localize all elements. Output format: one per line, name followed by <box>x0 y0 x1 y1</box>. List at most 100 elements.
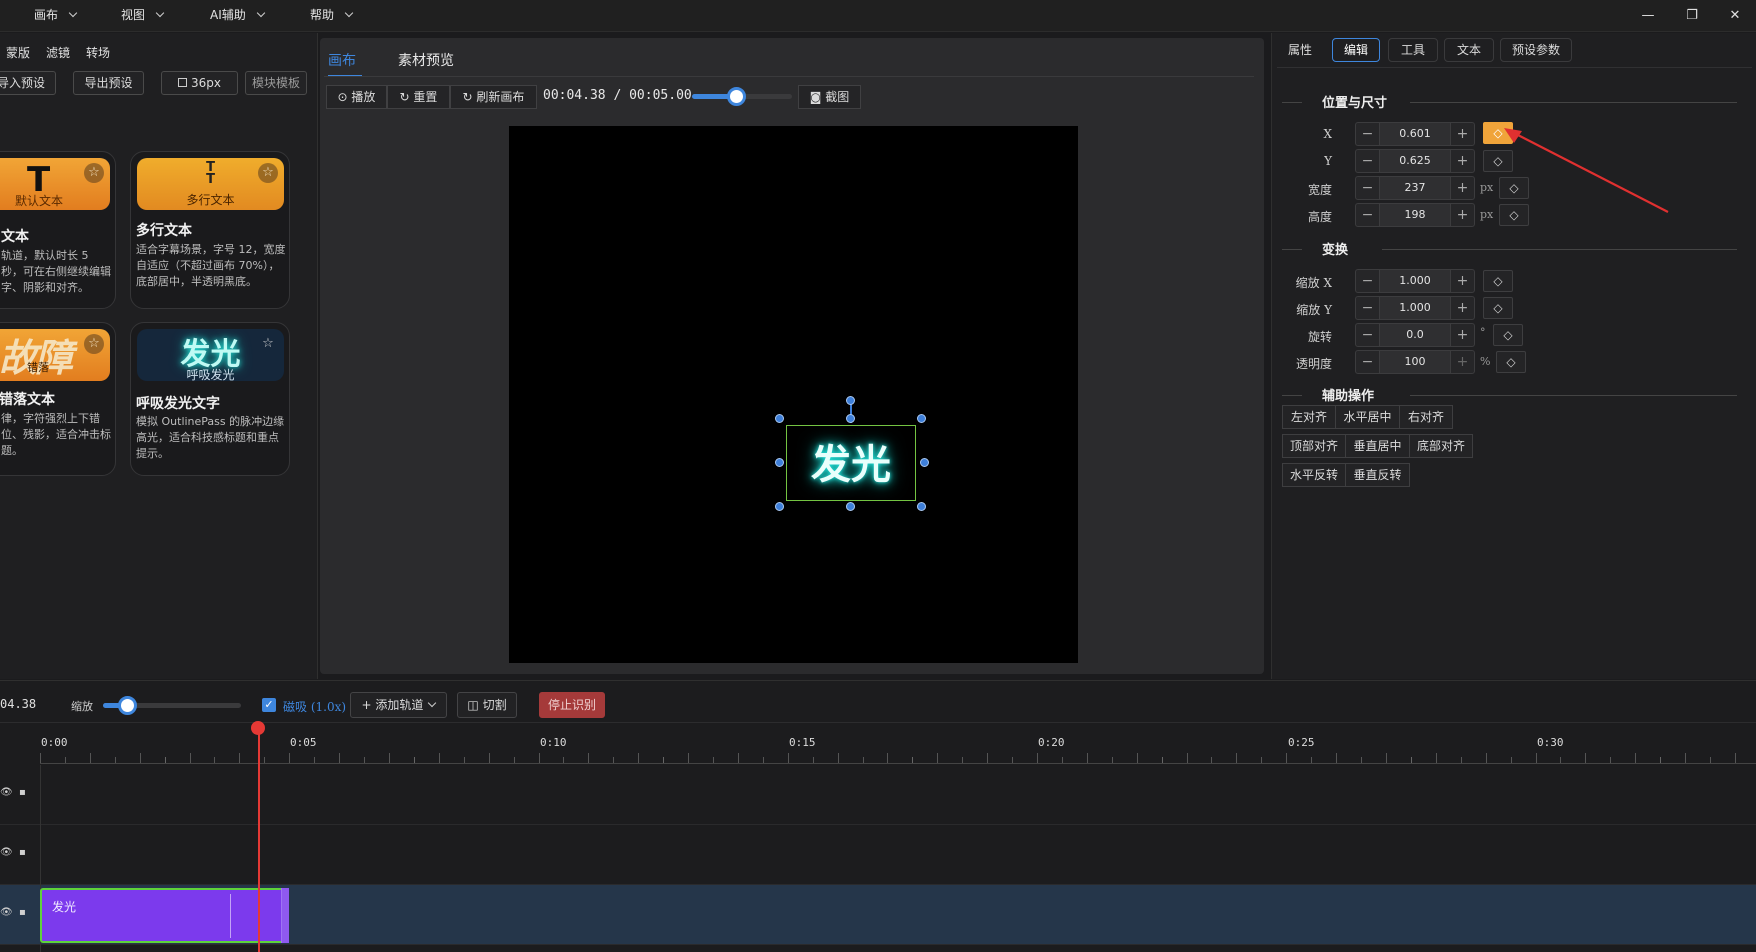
rotation-value[interactable]: 0.0 <box>1380 324 1450 346</box>
resize-handle-top-right[interactable] <box>917 414 926 423</box>
scale-y-stepper[interactable]: − 1.000 + <box>1355 296 1475 320</box>
tab-mask[interactable]: 蒙版 <box>6 44 30 61</box>
x-stepper[interactable]: − 0.601 + <box>1355 122 1475 146</box>
star-icon[interactable]: ☆ <box>258 163 278 183</box>
rotation-keyframe-icon[interactable]: ◇ <box>1493 324 1523 346</box>
restore-icon[interactable]: ❐ <box>1682 6 1702 26</box>
tab-edit[interactable]: 编辑 <box>1332 38 1380 62</box>
increment-icon[interactable]: + <box>1450 177 1474 199</box>
close-icon[interactable]: ✕ <box>1725 6 1745 26</box>
align-right-button[interactable]: 右对齐 <box>1399 405 1453 429</box>
star-icon[interactable]: ☆ <box>84 334 104 354</box>
preset-card-multiline-text[interactable]: TT 多行文本 ☆ 多行文本 适合字幕场景，字号 12，宽度自适应（不超过画布 … <box>130 151 290 309</box>
opacity-keyframe-icon[interactable]: ◇ <box>1496 351 1526 373</box>
menu-canvas[interactable]: 画布 <box>34 6 78 23</box>
increment-icon[interactable]: + <box>1450 204 1474 226</box>
tab-preset-params[interactable]: 预设参数 <box>1500 38 1572 62</box>
decrement-icon[interactable]: − <box>1356 270 1380 292</box>
increment-icon[interactable]: + <box>1450 123 1474 145</box>
eye-icon[interactable]: 👁 <box>0 787 13 798</box>
resize-handle-bottom-right[interactable] <box>917 502 926 511</box>
tab-asset-preview[interactable]: 素材预览 <box>398 50 454 70</box>
tab-filter[interactable]: 滤镜 <box>46 44 70 61</box>
tab-canvas[interactable]: 画布 <box>328 50 356 70</box>
x-value[interactable]: 0.601 <box>1380 123 1450 145</box>
rotate-handle[interactable] <box>846 396 855 405</box>
increment-icon[interactable]: + <box>1450 297 1474 319</box>
preset-card-glitch-text[interactable]: 故障 错落 ☆ 错落文本 律，字符强烈上下错位、残影，适合冲击标题。 <box>0 322 116 476</box>
resize-handle-top-left[interactable] <box>775 414 784 423</box>
decrement-icon[interactable]: − <box>1356 351 1380 373</box>
align-bottom-button[interactable]: 底部对齐 <box>1409 434 1473 458</box>
preset-card-glow-text[interactable]: 发光 呼吸发光 ☆ 呼吸发光文字 模拟 OutlinePass 的脉冲边缘高光，… <box>130 322 290 476</box>
scale-x-stepper[interactable]: − 1.000 + <box>1355 269 1475 293</box>
decrement-icon[interactable]: − <box>1356 150 1380 172</box>
y-value[interactable]: 0.625 <box>1380 150 1450 172</box>
scale-x-value[interactable]: 1.000 <box>1380 270 1450 292</box>
resize-handle-top[interactable] <box>846 414 855 423</box>
align-left-button[interactable]: 左对齐 <box>1282 405 1336 429</box>
trash-icon[interactable]: ▪ <box>19 847 26 858</box>
width-value[interactable]: 237 <box>1380 177 1450 199</box>
scale-y-value[interactable]: 1.000 <box>1380 297 1450 319</box>
menu-help[interactable]: 帮助 <box>310 6 354 23</box>
flip-horizontal-button[interactable]: 水平反转 <box>1282 463 1346 487</box>
screenshot-button[interactable]: ◙ 截图 <box>798 85 861 109</box>
decrement-icon[interactable]: − <box>1356 123 1380 145</box>
module-template-button[interactable]: 模块模板 <box>245 71 307 95</box>
align-hcenter-button[interactable]: 水平居中 <box>1335 405 1400 429</box>
y-stepper[interactable]: − 0.625 + <box>1355 149 1475 173</box>
play-button[interactable]: ⊙ 播放 <box>326 85 387 109</box>
track-row[interactable]: 👁 ▪ <box>0 765 1756 825</box>
font-size-button[interactable]: 36px <box>161 71 238 95</box>
canvas-stage[interactable]: 发光 <box>509 126 1078 663</box>
decrement-icon[interactable]: − <box>1356 177 1380 199</box>
star-icon[interactable]: ☆ <box>258 334 278 354</box>
resize-handle-bottom-left[interactable] <box>775 502 784 511</box>
menu-ai-assist[interactable]: AI辅助 <box>210 6 265 23</box>
increment-icon[interactable]: + <box>1450 150 1474 172</box>
refresh-canvas-button[interactable]: ↻ 刷新画布 <box>450 85 537 109</box>
increment-icon[interactable]: + <box>1450 324 1474 346</box>
preset-card-default-text[interactable]: T 默认文本 ☆ 文本 轨道，默认时长 5 秒，可在右侧继续编辑字、阴影和对齐。 <box>0 151 116 309</box>
menu-view[interactable]: 视图 <box>121 6 165 23</box>
rotation-stepper[interactable]: − 0.0 + <box>1355 323 1475 347</box>
decrement-icon[interactable]: − <box>1356 297 1380 319</box>
tab-attributes[interactable]: 属性 <box>1277 38 1323 62</box>
playhead[interactable] <box>251 721 266 952</box>
scale-x-keyframe-icon[interactable]: ◇ <box>1483 270 1513 292</box>
eye-icon[interactable]: 👁 <box>0 847 13 858</box>
opacity-value[interactable]: 100 <box>1380 351 1450 373</box>
trash-icon[interactable]: ▪ <box>19 907 26 918</box>
decrement-icon[interactable]: − <box>1356 324 1380 346</box>
star-icon[interactable]: ☆ <box>84 163 104 183</box>
import-preset-button[interactable]: 导入预设 <box>0 71 56 95</box>
clip-trim-handle[interactable] <box>281 888 290 943</box>
align-vcenter-button[interactable]: 垂直居中 <box>1345 434 1410 458</box>
flip-vertical-button[interactable]: 垂直反转 <box>1345 463 1410 487</box>
height-value[interactable]: 198 <box>1380 204 1450 226</box>
playback-slider-thumb[interactable] <box>726 87 746 106</box>
decrement-icon[interactable]: − <box>1356 204 1380 226</box>
trash-icon[interactable]: ▪ <box>19 787 26 798</box>
resize-handle-left[interactable] <box>775 458 784 467</box>
reset-button[interactable]: ↻ 重置 <box>387 85 450 109</box>
width-stepper[interactable]: − 237 + <box>1355 176 1475 200</box>
track-row[interactable]: 👁 ▪ <box>0 825 1756 885</box>
eye-icon[interactable]: 👁 <box>0 907 13 918</box>
tab-transition[interactable]: 转场 <box>86 44 110 61</box>
scale-y-keyframe-icon[interactable]: ◇ <box>1483 297 1513 319</box>
tab-tools[interactable]: 工具 <box>1388 38 1438 62</box>
selection-box[interactable]: 发光 <box>786 425 916 501</box>
timeline-clip[interactable]: 发光 <box>40 888 290 943</box>
resize-handle-right[interactable] <box>920 458 929 467</box>
export-preset-button[interactable]: 导出预设 <box>73 71 144 95</box>
align-top-button[interactable]: 顶部对齐 <box>1282 434 1346 458</box>
opacity-stepper[interactable]: − 100 + <box>1355 350 1475 374</box>
minimize-icon[interactable]: — <box>1638 6 1658 26</box>
resize-handle-bottom[interactable] <box>846 502 855 511</box>
increment-icon[interactable]: + <box>1450 351 1474 373</box>
height-stepper[interactable]: − 198 + <box>1355 203 1475 227</box>
playback-slider[interactable] <box>692 87 792 106</box>
increment-icon[interactable]: + <box>1450 270 1474 292</box>
